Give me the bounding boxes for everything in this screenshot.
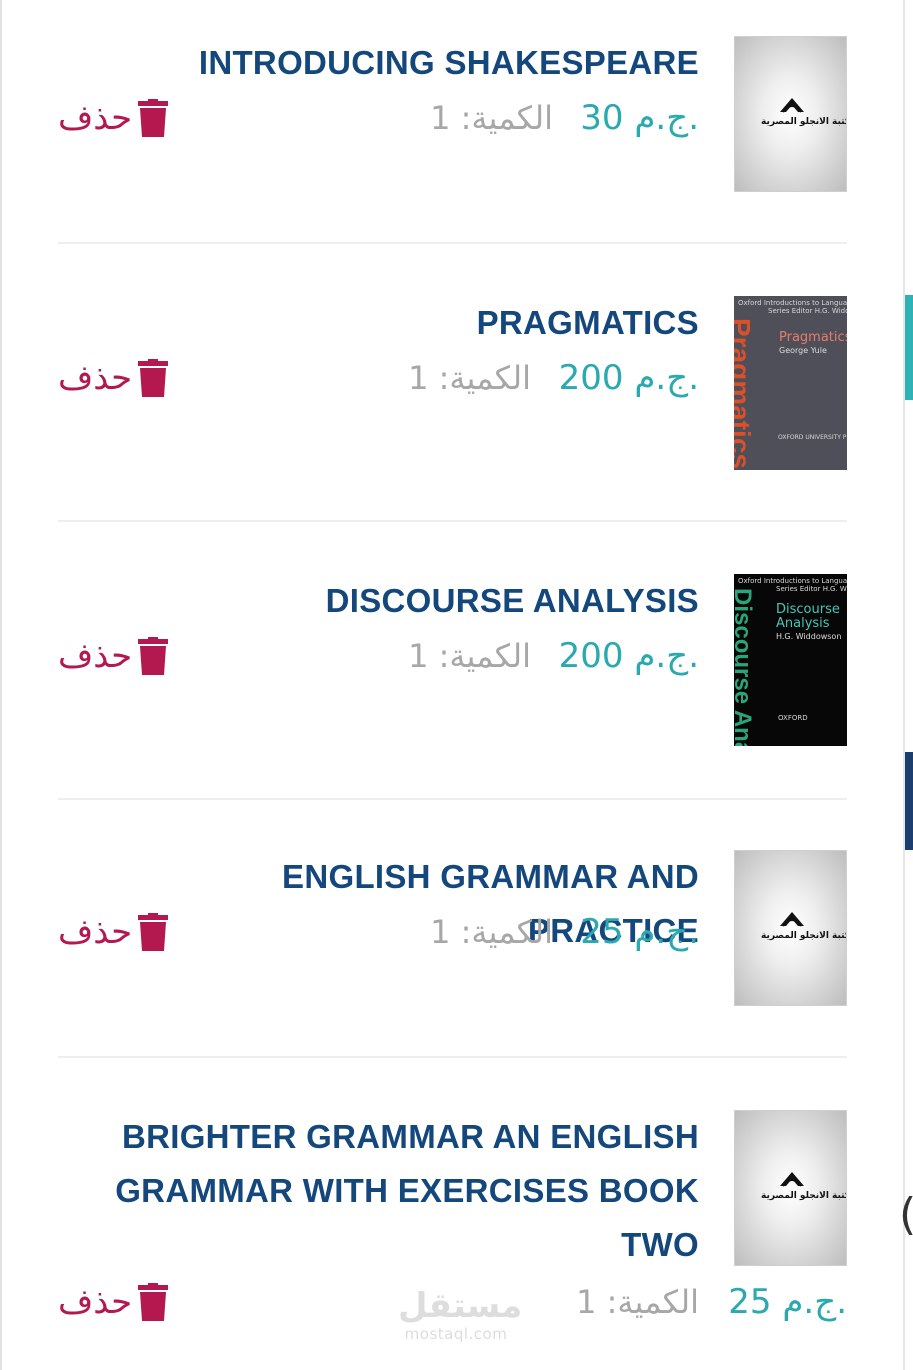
cover-spine: Pragmatics (734, 318, 756, 469)
cart-item: Oxford Introductions to Language Study S… (58, 296, 847, 470)
bookstore-logo: مكتبة الانجلو المصرية (761, 1169, 847, 1202)
watermark-latin: mostaql.com (404, 1325, 508, 1343)
background-edge-teal (905, 295, 913, 400)
bookstore-logo: مكتبة الانجلو المصرية (761, 95, 847, 128)
item-price: 25 ج.م. (728, 1282, 847, 1322)
arch-logo-icon (780, 912, 804, 927)
item-title[interactable]: BRIGHTER GRAMMAR AN ENGLISH GRAMMAR WITH… (99, 1110, 699, 1272)
delete-label: حذف (58, 912, 133, 952)
cover-series: Oxford Introductions to Language Study (738, 577, 847, 585)
arch-logo-icon (780, 1172, 804, 1187)
delete-button[interactable]: حذف (58, 358, 169, 398)
panel-right-border (903, 0, 905, 1370)
cart-item: Oxford Introductions to Language Study S… (58, 574, 847, 746)
item-quantity: الكمية: 1 (576, 1283, 699, 1321)
cover-author: George Yule (779, 346, 827, 355)
cart-item: مكتبة الانجلو المصرية ENGLISH GRAMMAR AN… (58, 850, 847, 1006)
cover-publisher: OXFORD (778, 714, 808, 722)
item-price: 25 ج.م. (580, 912, 699, 952)
background-edge-navy (905, 752, 913, 850)
cart-item: مكتبة الانجلو المصرية INTRODUCING SHAKES… (58, 36, 847, 192)
item-quantity: الكمية: 1 (408, 637, 531, 675)
item-title[interactable]: INTRODUCING SHAKESPEARE (139, 36, 699, 90)
panel-left-border (0, 0, 2, 1370)
delete-button[interactable]: حذف (58, 636, 169, 676)
item-title[interactable]: PRAGMATICS (139, 296, 699, 350)
item-divider (58, 242, 847, 244)
item-price: 200 ج.م. (558, 636, 699, 676)
book-cover: مكتبة الانجلو المصرية (734, 850, 847, 1006)
item-quantity: الكمية: 1 (408, 359, 531, 397)
item-title[interactable]: DISCOURSE ANALYSIS (139, 574, 699, 628)
delete-label: حذف (58, 1282, 133, 1322)
cover-title-line1: Discourse (776, 602, 840, 617)
trash-icon (138, 99, 169, 137)
trash-icon (138, 637, 169, 675)
item-price: 200 ج.م. (558, 358, 699, 398)
item-divider (58, 1056, 847, 1058)
bookstore-logo-text: مكتبة الانجلو المصرية (761, 931, 847, 941)
book-cover: مكتبة الانجلو المصرية (734, 36, 847, 192)
cover-title-line2: Analysis (776, 616, 830, 631)
book-cover: Oxford Introductions to Language Study S… (734, 296, 847, 470)
item-divider (58, 798, 847, 800)
item-quantity: الكمية: 1 (430, 99, 553, 137)
watermark: مستقل mostaql.com (398, 1286, 523, 1343)
trash-icon (138, 1283, 169, 1321)
item-quantity: الكمية: 1 (430, 913, 553, 951)
book-cover: مكتبة الانجلو المصرية (734, 1110, 847, 1266)
delete-button[interactable]: حذف (58, 1282, 169, 1322)
cover-editor: Series Editor H.G. Widdowson (768, 307, 847, 315)
delete-label: حذف (58, 98, 133, 138)
watermark-arabic: مستقل (398, 1286, 523, 1326)
cover-publisher: OXFORD UNIVERSITY PRESS (778, 434, 847, 441)
cover-title: Pragmatics (779, 330, 847, 345)
cover-series: Oxford Introductions to Language Study (738, 299, 847, 307)
cover-author: H.G. Widdowson (776, 632, 842, 641)
book-cover: Oxford Introductions to Language Study S… (734, 574, 847, 746)
trash-icon (138, 359, 169, 397)
bookstore-logo-text: مكتبة الانجلو المصرية (761, 1191, 847, 1201)
delete-button[interactable]: حذف (58, 912, 169, 952)
cover-editor: Series Editor H.G. Widdowson (776, 585, 847, 593)
delete-label: حذف (58, 636, 133, 676)
bookstore-logo-text: مكتبة الانجلو المصرية (761, 117, 847, 127)
trash-icon (138, 913, 169, 951)
delete-button[interactable]: حذف (58, 98, 169, 138)
delete-label: حذف (58, 358, 133, 398)
background-edge-glyph: ( (899, 1185, 913, 1245)
bookstore-logo: مكتبة الانجلو المصرية (761, 909, 847, 942)
cover-spine: Discourse Analysis (734, 588, 756, 746)
item-divider (58, 520, 847, 522)
item-price: 30 ج.م. (580, 98, 699, 138)
arch-logo-icon (780, 98, 804, 113)
